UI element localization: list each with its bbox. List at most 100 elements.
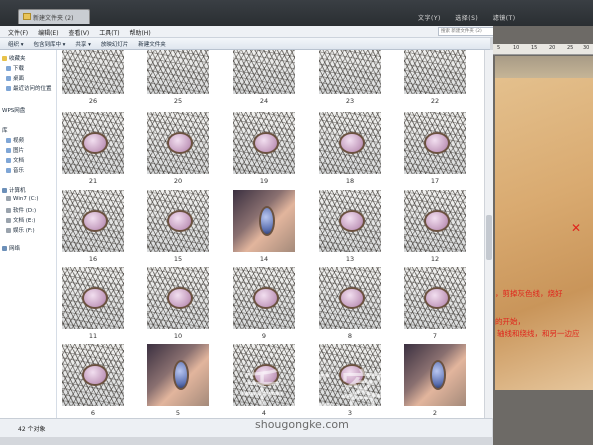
include-library-button[interactable]: 包含到库中 ▾ [33,38,65,48]
share-button[interactable]: 共享 ▾ [75,38,91,48]
organize-button[interactable]: 组织 ▾ [8,38,24,48]
file-name-label[interactable]: 22 [404,97,466,105]
file-name-label[interactable]: 20 [147,177,209,185]
gemstone-image [167,287,193,309]
file-thumbnail[interactable] [404,190,466,252]
menu-tools[interactable]: 工具(T) [99,26,119,37]
gemstone-image [82,132,108,154]
file-name-label[interactable]: 7 [404,332,466,340]
sidebar-item-pictures[interactable]: 图片 [6,146,24,154]
sidebar-item-desktop[interactable]: 桌面 [6,74,24,82]
file-thumbnail[interactable] [147,344,209,406]
file-thumbnail[interactable] [404,50,466,94]
scrollbar-thumb[interactable] [486,215,492,260]
file-name-label[interactable]: 12 [404,255,466,263]
sidebar-drive-f[interactable]: 娱乐 (F:) [6,226,35,234]
file-thumbnail[interactable] [147,190,209,252]
menu-edit[interactable]: 编辑(E) [38,26,58,37]
watermark-logo: 手工客 [240,366,390,417]
file-thumbnail[interactable] [319,112,381,174]
file-thumbnail[interactable] [404,267,466,329]
file-thumbnail[interactable] [404,112,466,174]
computer-icon [2,188,7,193]
drive-icon [6,218,11,223]
gemstone-image [424,132,450,154]
drive-icon [6,228,11,233]
ps-menu-item[interactable]: 文字(Y) [418,15,441,22]
file-name-label[interactable]: 26 [62,97,124,105]
file-thumbnail[interactable] [147,50,209,94]
gemstone-image [339,210,365,232]
sidebar-libraries[interactable]: 库 [2,126,8,134]
sidebar-item-music[interactable]: 音乐 [6,166,24,174]
file-thumbnail[interactable] [233,50,295,94]
slideshow-button[interactable]: 放映幻灯片 [101,38,129,48]
sidebar-drive-d[interactable]: 软件 (D:) [6,206,36,214]
file-name-label[interactable]: 5 [147,409,209,417]
file-thumbnail[interactable] [233,112,295,174]
file-name-label[interactable]: 8 [319,332,381,340]
file-thumbnail[interactable] [233,267,295,329]
sidebar-item-recent[interactable]: 最近访问的位置 [6,84,52,92]
horizontal-ruler: 5 10 15 20 25 30 [493,44,593,55]
file-thumbnail[interactable] [319,190,381,252]
sidebar-computer[interactable]: 计算机 [2,186,26,194]
photoshop-canvas-panel: 5 10 15 20 25 30 ✕ ，剪掉灰色线，烧好 的开始， 轴线和绕线，… [493,26,593,445]
gemstone-image [173,360,189,390]
note-line-1: ，剪掉灰色线，烧好 [495,289,563,298]
sidebar-item-documents[interactable]: 文档 [6,156,24,164]
file-thumbnail[interactable] [62,190,124,252]
sidebar-item-downloads[interactable]: 下载 [6,64,24,72]
thumbnail-image [147,50,209,94]
toolbar: 组织 ▾ 包含到库中 ▾ 共享 ▾ 放映幻灯片 新建文件夹 [0,38,490,50]
file-thumbnail[interactable] [62,50,124,94]
sidebar-item-videos[interactable]: 视频 [6,136,24,144]
navigation-pane: 收藏夹 下载 桌面 最近访问的位置 WPS网盘 库 视频 图片 文档 音乐 计算… [0,50,57,418]
gemstone-image [424,210,450,232]
cross-mark-icon: ✕ [571,221,582,235]
sidebar-network[interactable]: 网络 [2,244,20,252]
search-input[interactable] [438,27,494,36]
file-name-label[interactable]: 13 [319,255,381,263]
sidebar-favorites[interactable]: 收藏夹 [2,54,26,62]
file-name-label[interactable]: 2 [404,409,466,417]
file-name-label[interactable]: 23 [319,97,381,105]
gemstone-image [253,132,279,154]
file-thumbnail[interactable] [319,267,381,329]
file-thumbnail[interactable] [62,344,124,406]
vertical-scrollbar[interactable] [484,50,493,418]
macrame-photo-top [495,56,593,80]
file-name-label[interactable]: 9 [233,332,295,340]
menu-file[interactable]: 文件(F) [8,26,28,37]
folder-icon [23,13,31,20]
file-thumbnail[interactable] [62,267,124,329]
file-name-label[interactable]: 14 [233,255,295,263]
new-folder-button[interactable]: 新建文件夹 [138,38,166,48]
sidebar-item-wps[interactable]: WPS网盘 [2,106,25,114]
menu-view[interactable]: 查看(V) [68,26,89,37]
file-name-label[interactable]: 16 [62,255,124,263]
ps-menu-item[interactable]: 选择(S) [455,15,478,22]
file-thumbnail[interactable] [147,112,209,174]
file-thumbnail[interactable] [404,344,466,406]
file-thumbnail[interactable] [147,267,209,329]
sidebar-drive-e[interactable]: 文档 (E:) [6,216,35,224]
file-thumbnail[interactable] [233,190,295,252]
file-name-label[interactable]: 24 [233,97,295,105]
file-thumbnail[interactable] [62,112,124,174]
file-name-label[interactable]: 19 [233,177,295,185]
ps-menu-item[interactable]: 滤镜(T) [493,15,516,22]
file-name-label[interactable]: 21 [62,177,124,185]
file-thumbnail[interactable] [319,50,381,94]
file-name-label[interactable]: 25 [147,97,209,105]
sidebar-drive-c[interactable]: Win7 (C:) [6,196,39,202]
menu-help[interactable]: 帮助(H) [129,26,150,37]
file-name-label[interactable]: 6 [62,409,124,417]
file-name-label[interactable]: 10 [147,332,209,340]
file-name-label[interactable]: 15 [147,255,209,263]
file-name-label[interactable]: 11 [62,332,124,340]
file-name-label[interactable]: 17 [404,177,466,185]
file-name-label[interactable]: 18 [319,177,381,185]
note-line-3: 轴线和绕线，和另一边应 [497,329,580,338]
window-tab[interactable]: 新建文件夹 (2) [18,9,90,24]
